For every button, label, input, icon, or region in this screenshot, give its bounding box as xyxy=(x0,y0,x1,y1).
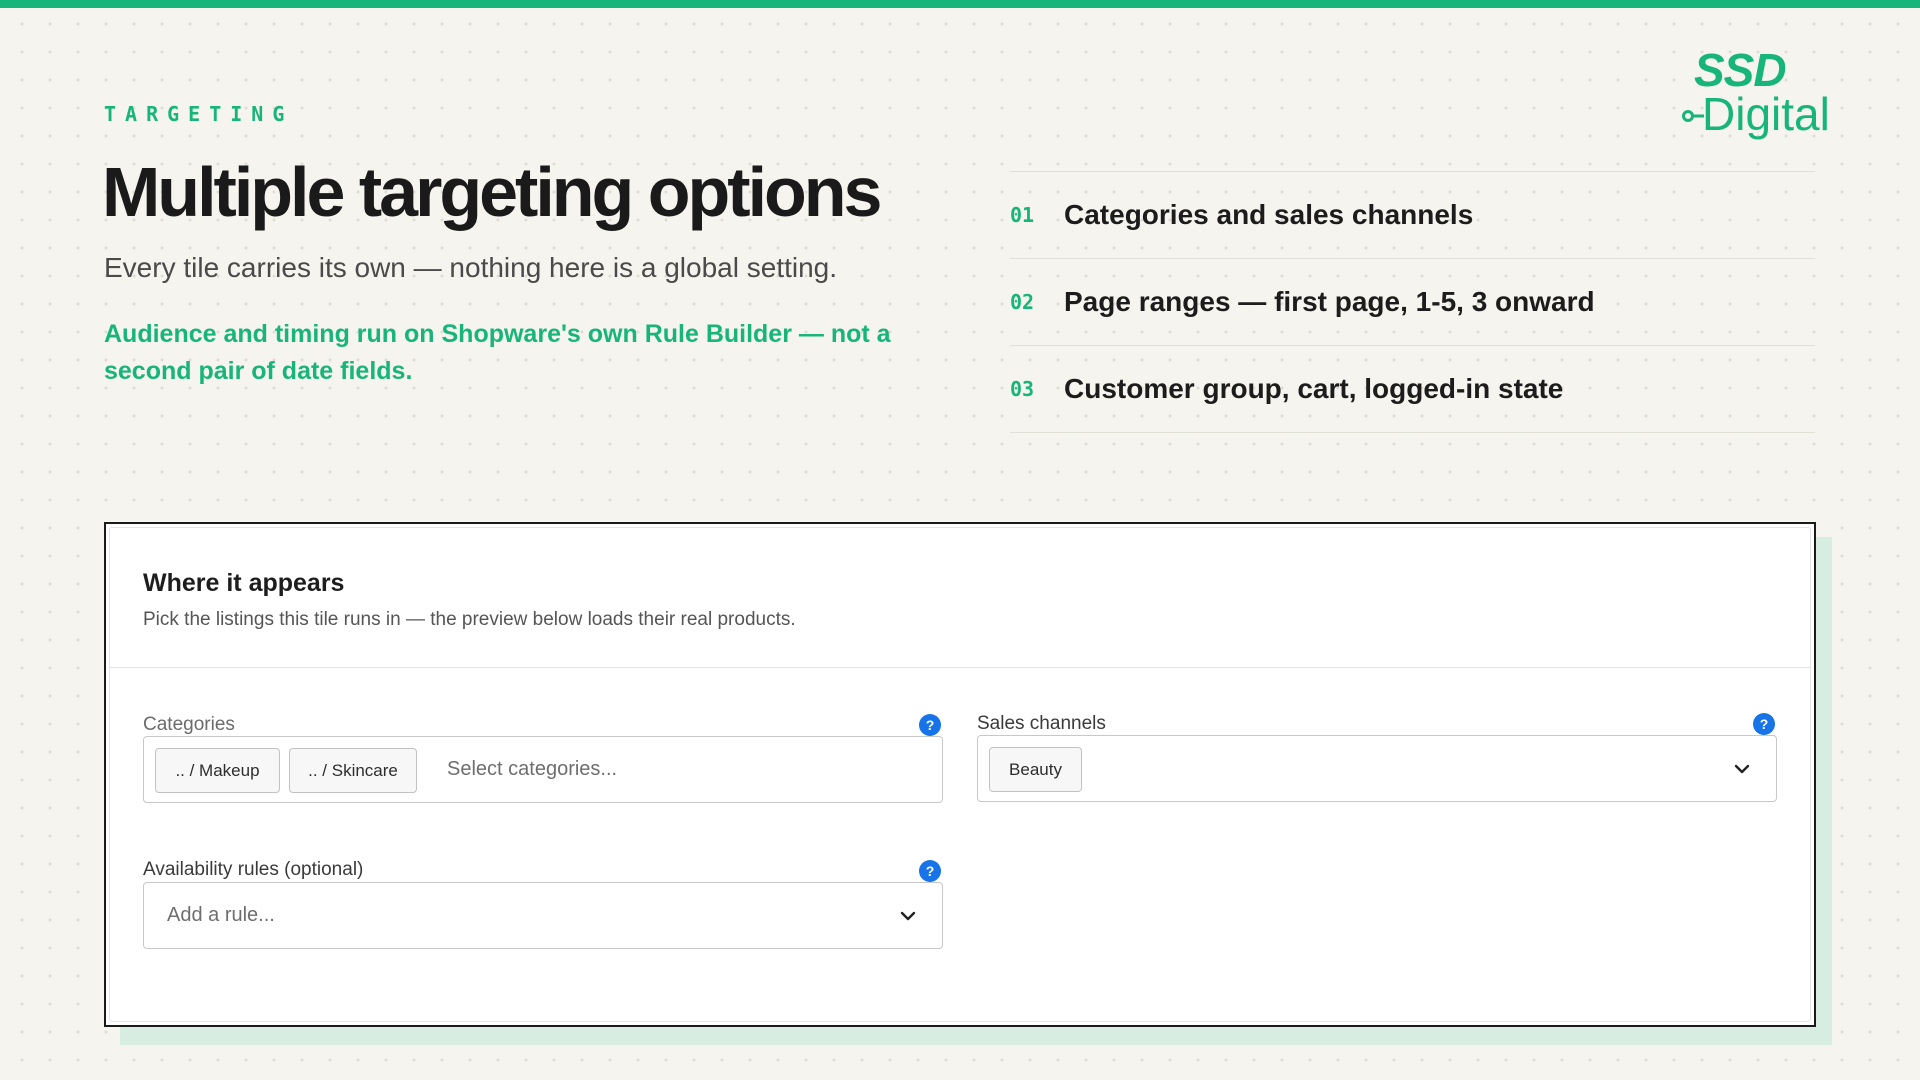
section-kicker: TARGETING xyxy=(104,102,294,126)
page-subtitle: Every tile carries its own — nothing her… xyxy=(104,252,838,283)
sales-channels-help-icon[interactable]: ? xyxy=(1753,713,1775,735)
availability-rules-select[interactable]: Add a rule... xyxy=(143,882,943,949)
category-chip-skincare[interactable]: .. / Skincare xyxy=(289,748,417,793)
top-accent-bar xyxy=(0,0,1920,8)
feature-number: 02 xyxy=(1010,290,1035,314)
categories-placeholder[interactable]: Select categories... xyxy=(447,758,617,781)
feature-item: 02 Page ranges — first page, 1-5, 3 onwa… xyxy=(1010,259,1815,346)
sales-channels-label: Sales channels xyxy=(977,713,1106,734)
categories-help-icon[interactable]: ? xyxy=(919,714,941,736)
highlight-text: Audience and timing run on Shopware's ow… xyxy=(104,320,891,385)
chevron-down-icon[interactable] xyxy=(898,906,918,926)
availability-rules-help-icon[interactable]: ? xyxy=(919,860,941,882)
panel-card: Where it appears Pick the listings this … xyxy=(109,527,1811,1022)
categories-label: Categories xyxy=(143,714,235,735)
feature-number: 01 xyxy=(1010,203,1035,227)
category-chip-makeup[interactable]: .. / Makeup xyxy=(155,748,280,793)
panel-title: Where it appears xyxy=(143,569,345,597)
chevron-down-icon[interactable] xyxy=(1732,759,1752,779)
feature-item: 03 Customer group, cart, logged-in state xyxy=(1010,346,1815,433)
panel-description: Pick the listings this tile runs in — th… xyxy=(143,609,796,630)
availability-rules-placeholder[interactable]: Add a rule... xyxy=(167,904,275,927)
availability-rules-label: Availability rules (optional) xyxy=(143,859,364,880)
feature-text: Categories and sales channels xyxy=(1064,199,1474,230)
where-it-appears-panel: Where it appears Pick the listings this … xyxy=(104,522,1816,1027)
feature-text: Page ranges — first page, 1-5, 3 onward xyxy=(1064,286,1595,317)
feature-number: 03 xyxy=(1010,377,1035,401)
page-title: Multiple targeting options xyxy=(102,153,882,231)
panel-header: Where it appears Pick the listings this … xyxy=(110,528,1810,668)
logo-secondary-text: Digital xyxy=(1702,88,1830,140)
feature-item: 01 Categories and sales channels xyxy=(1010,172,1815,259)
logo-connector-dot xyxy=(1682,110,1694,122)
sales-channel-chip-beauty[interactable]: Beauty xyxy=(989,747,1082,792)
sales-channels-select[interactable]: Beauty xyxy=(977,735,1777,802)
feature-list: 01 Categories and sales channels 02 Page… xyxy=(1010,171,1815,433)
ssd-digital-logo: SSD Digital xyxy=(1682,44,1830,140)
feature-text: Customer group, cart, logged-in state xyxy=(1064,373,1564,404)
categories-select[interactable]: .. / Makeup .. / Skincare Select categor… xyxy=(143,736,943,803)
